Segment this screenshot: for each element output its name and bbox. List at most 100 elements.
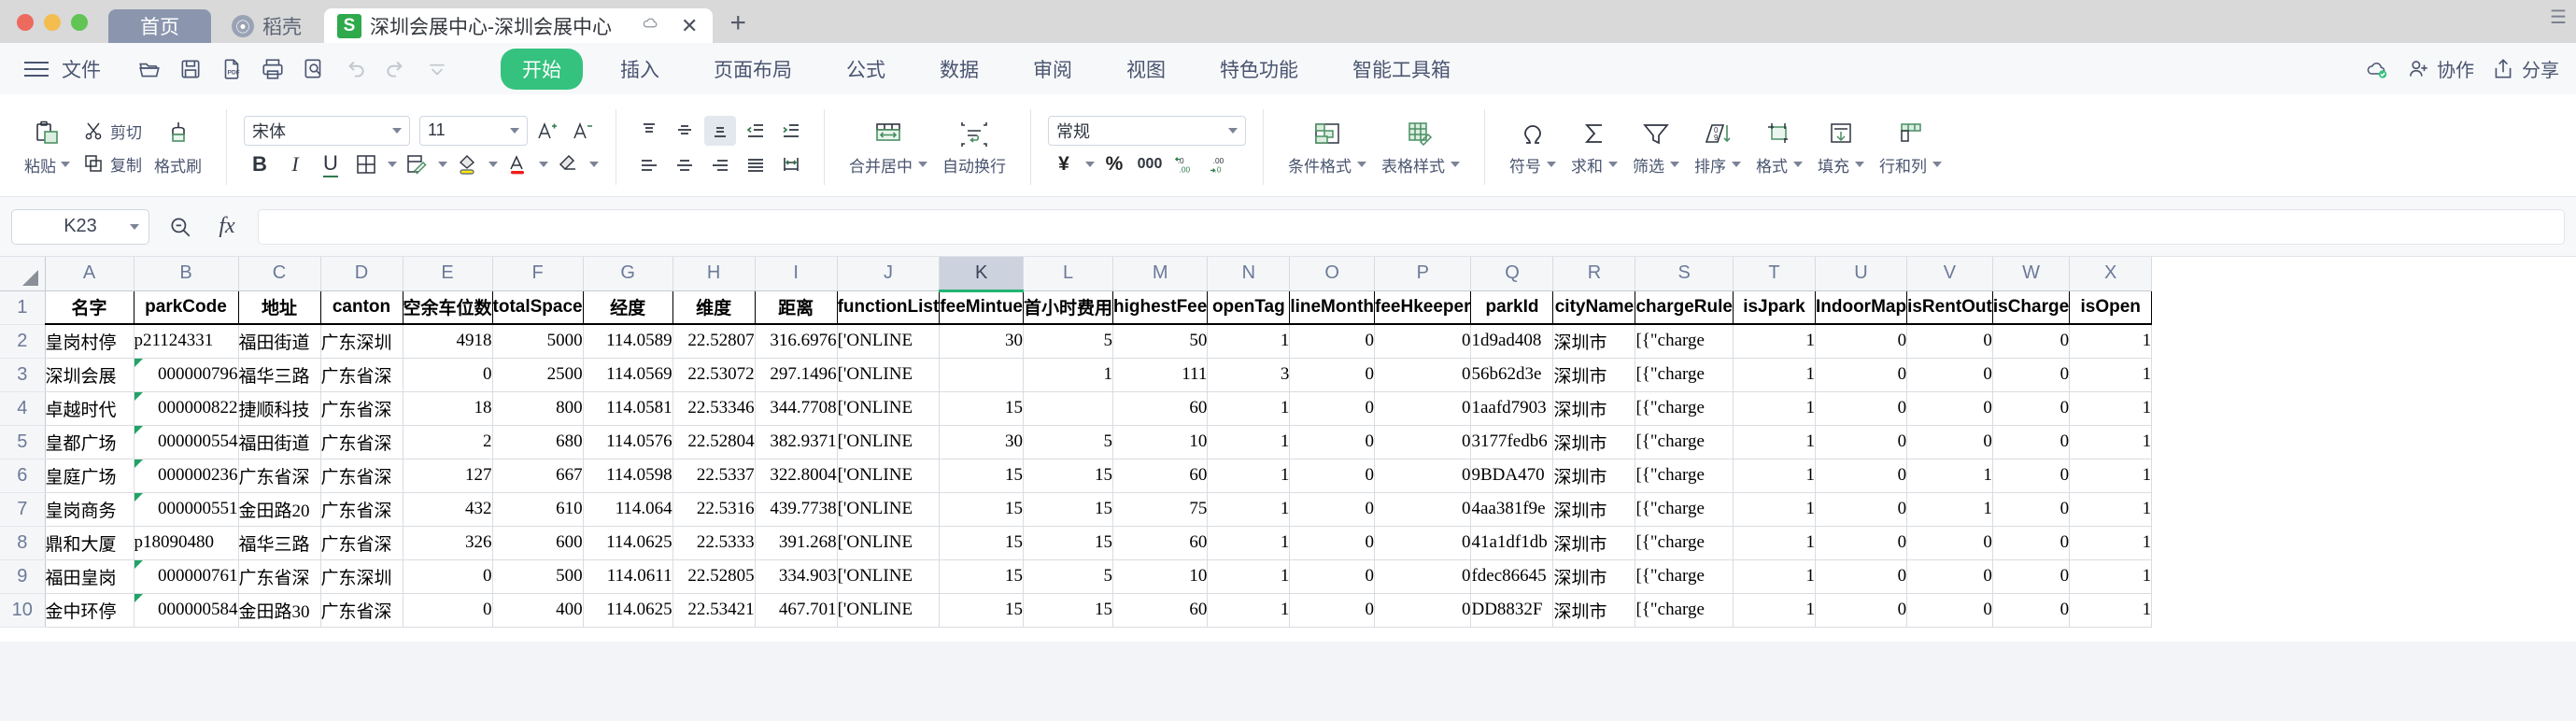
cell-H10[interactable]: 22.53421 <box>672 593 756 628</box>
row-header-7[interactable]: 7 <box>0 492 46 527</box>
row-header-4[interactable]: 4 <box>0 391 46 426</box>
chevron-down-icon[interactable] <box>388 161 397 167</box>
cell-H3[interactable]: 22.53072 <box>672 358 756 392</box>
cell-R6[interactable]: 深圳市 <box>1552 459 1636 493</box>
cell-V2[interactable]: 0 <box>1906 324 1993 359</box>
cell-K9[interactable]: 15 <box>939 559 1024 594</box>
header-cell-V1[interactable]: isRentOut <box>1906 290 1993 325</box>
font-family-select[interactable]: 宋体 <box>244 115 410 146</box>
cell-R5[interactable]: 深圳市 <box>1552 425 1636 459</box>
cell-A8[interactable]: 鼎和大厦 <box>45 526 134 560</box>
percent-icon[interactable]: % <box>1098 149 1130 179</box>
align-bottom-icon[interactable] <box>704 115 736 146</box>
cell-L6[interactable]: 15 <box>1023 459 1114 493</box>
currency-icon[interactable]: ¥ <box>1048 149 1080 179</box>
cell-M2[interactable]: 50 <box>1112 324 1209 359</box>
cell-H2[interactable]: 22.52807 <box>672 324 756 359</box>
fill-color-icon[interactable] <box>451 149 483 179</box>
cell-V3[interactable]: 0 <box>1906 358 1993 392</box>
column-header-J[interactable]: J <box>837 257 941 291</box>
header-cell-C1[interactable]: 地址 <box>238 290 321 325</box>
cell-V9[interactable]: 0 <box>1906 559 1993 594</box>
cell-I5[interactable]: 382.9371 <box>755 425 838 459</box>
wrap-text-button[interactable]: 自动换行 <box>935 115 1013 180</box>
decrease-indent-icon[interactable] <box>740 116 771 146</box>
share-button[interactable]: 分享 <box>2491 55 2559 82</box>
cell-N8[interactable]: 1 <box>1207 526 1291 560</box>
cell-F10[interactable]: 400 <box>492 593 584 628</box>
cell-R9[interactable]: 深圳市 <box>1552 559 1636 594</box>
cell-E7[interactable]: 432 <box>403 492 493 527</box>
cell-C8[interactable]: 福华三路 <box>238 526 321 560</box>
open-icon[interactable] <box>129 50 170 88</box>
cell-L2[interactable]: 5 <box>1023 324 1114 359</box>
cell-D9[interactable]: 广东深圳 <box>320 559 403 594</box>
cell-Q5[interactable]: 3177fedb6 <box>1470 425 1554 459</box>
table-row[interactable]: 10 金中环停 000000584 金田路30 广东省深 0 400 114.0625 22.5… <box>0 593 2153 628</box>
align-right-icon[interactable] <box>704 149 736 179</box>
cell-K2[interactable]: 30 <box>939 324 1024 359</box>
chevron-down-icon[interactable] <box>1608 162 1618 167</box>
column-header-L[interactable]: L <box>1023 257 1114 291</box>
chevron-down-icon[interactable] <box>510 127 519 134</box>
close-window-button[interactable] <box>17 14 34 31</box>
header-cell-F1[interactable]: totalSpace <box>492 290 584 325</box>
rows-cols-button[interactable]: 行和列 <box>1872 115 1949 180</box>
cell-J7[interactable]: ['ONLINE <box>837 492 941 527</box>
app-menu-icon[interactable] <box>24 61 49 77</box>
name-box[interactable]: K23 <box>11 208 149 245</box>
column-header-R[interactable]: R <box>1552 257 1636 291</box>
cell-G4[interactable]: 114.0581 <box>583 391 673 426</box>
cell-J4[interactable]: ['ONLINE <box>837 391 941 426</box>
header-cell-O1[interactable]: lineMonth <box>1289 290 1376 325</box>
cell-I7[interactable]: 439.7738 <box>755 492 838 527</box>
cell-T6[interactable]: 1 <box>1733 459 1816 493</box>
header-cell-D1[interactable]: canton <box>320 290 403 325</box>
column-header-O[interactable]: O <box>1289 257 1376 291</box>
cell-I3[interactable]: 297.1496 <box>755 358 838 392</box>
formula-input[interactable] <box>258 208 2565 245</box>
chevron-down-icon[interactable] <box>1855 162 1864 167</box>
header-cell-N1[interactable]: openTag <box>1207 290 1291 325</box>
ribbon-tab-review[interactable]: 审阅 <box>1016 49 1089 89</box>
column-header-S[interactable]: S <box>1635 257 1734 291</box>
cell-K3[interactable] <box>939 358 1024 392</box>
sort-button[interactable]: 09 排序 <box>1687 115 1748 180</box>
chevron-down-icon[interactable] <box>589 161 599 167</box>
cell-S5[interactable]: [{"charge <box>1635 425 1734 459</box>
cell-R4[interactable]: 深圳市 <box>1552 391 1636 426</box>
cell-D8[interactable]: 广东省深 <box>320 526 403 560</box>
cell-L9[interactable]: 5 <box>1023 559 1114 594</box>
cell-T7[interactable]: 1 <box>1733 492 1816 527</box>
cell-F7[interactable]: 610 <box>492 492 584 527</box>
cell-L4[interactable] <box>1023 391 1114 426</box>
cell-N5[interactable]: 1 <box>1207 425 1291 459</box>
column-header-K[interactable]: K <box>939 257 1024 292</box>
cell-J8[interactable]: ['ONLINE <box>837 526 941 560</box>
document-tab[interactable]: S 深圳会展中心-深圳会展中心 ✕ <box>324 8 714 43</box>
column-header-U[interactable]: U <box>1815 257 1908 291</box>
chevron-down-icon[interactable] <box>539 161 548 167</box>
cell-X2[interactable]: 1 <box>2069 324 2153 359</box>
cell-D4[interactable]: 广东省深 <box>320 391 403 426</box>
cell-E3[interactable]: 0 <box>403 358 493 392</box>
cell-G5[interactable]: 114.0576 <box>583 425 673 459</box>
cell-M4[interactable]: 60 <box>1112 391 1209 426</box>
autosum-button[interactable]: 求和 <box>1564 115 1625 180</box>
cell-F4[interactable]: 800 <box>492 391 584 426</box>
ribbon-tab-page-layout[interactable]: 页面布局 <box>697 49 809 89</box>
cell-U3[interactable]: 0 <box>1815 358 1908 392</box>
cell-X5[interactable]: 1 <box>2069 425 2153 459</box>
row-header-6[interactable]: 6 <box>0 459 46 493</box>
cut-button[interactable]: 剪切 <box>78 117 147 146</box>
cell-G7[interactable]: 114.064 <box>583 492 673 527</box>
cell-P6[interactable]: 0 <box>1374 459 1472 493</box>
cell-W10[interactable]: 0 <box>1992 593 2071 628</box>
align-top-icon[interactable] <box>633 116 665 146</box>
cell-F3[interactable]: 2500 <box>492 358 584 392</box>
chevron-down-icon[interactable] <box>1932 162 1942 167</box>
cell-W7[interactable]: 0 <box>1992 492 2071 527</box>
cell-T8[interactable]: 1 <box>1733 526 1816 560</box>
cell-X10[interactable]: 1 <box>2069 593 2153 628</box>
cell-D5[interactable]: 广东省深 <box>320 425 403 459</box>
